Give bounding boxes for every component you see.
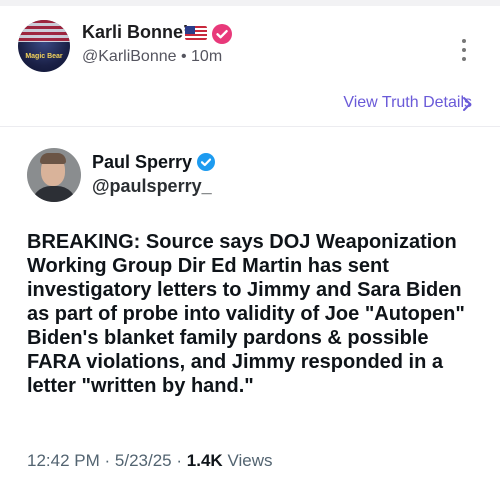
embedded-author-handle[interactable]: @paulsperry_ xyxy=(92,176,212,197)
post-text: BREAKING: Source says DOJ Weaponization … xyxy=(27,231,465,397)
author-handle-line: @KarliBonne • 10m xyxy=(82,48,222,66)
more-dot-icon xyxy=(462,57,466,61)
more-dot-icon xyxy=(462,39,466,43)
embedded-author-name[interactable]: Paul Sperry xyxy=(92,152,192,173)
verified-badge-icon xyxy=(197,153,215,171)
top-strip xyxy=(0,0,500,6)
author-avatar[interactable]: Magic Bear xyxy=(18,20,70,72)
post-date: 5/23/25 xyxy=(114,451,172,470)
more-dot-icon xyxy=(462,48,466,52)
verified-badge-icon xyxy=(212,24,232,44)
avatar-flag-pattern xyxy=(18,20,70,42)
post-time: 12:42 PM xyxy=(27,451,100,470)
chevron-right-icon[interactable] xyxy=(460,96,474,112)
us-flag-icon xyxy=(185,26,207,40)
divider xyxy=(0,126,500,127)
views-count: 1.4K xyxy=(186,451,223,470)
post-time: 10m xyxy=(191,48,223,65)
avatar-hair xyxy=(40,153,66,164)
more-options-button[interactable] xyxy=(452,36,476,66)
author-handle[interactable]: @KarliBonne xyxy=(82,48,177,65)
views-label: Views xyxy=(227,451,273,470)
avatar-badge-text: Magic Bear xyxy=(25,53,63,60)
avatar-suit xyxy=(31,186,77,202)
author-name[interactable]: Karli Bonne’ xyxy=(82,22,188,43)
meta-separator: · xyxy=(104,451,111,470)
meta-separator: · xyxy=(176,451,183,470)
embedded-author-avatar[interactable] xyxy=(27,148,81,202)
handle-time-separator: • xyxy=(180,48,187,65)
view-truth-details-link[interactable]: View Truth Details xyxy=(343,94,472,112)
post-meta: 12:42 PM · 5/23/25 · 1.4K Views xyxy=(27,451,272,471)
